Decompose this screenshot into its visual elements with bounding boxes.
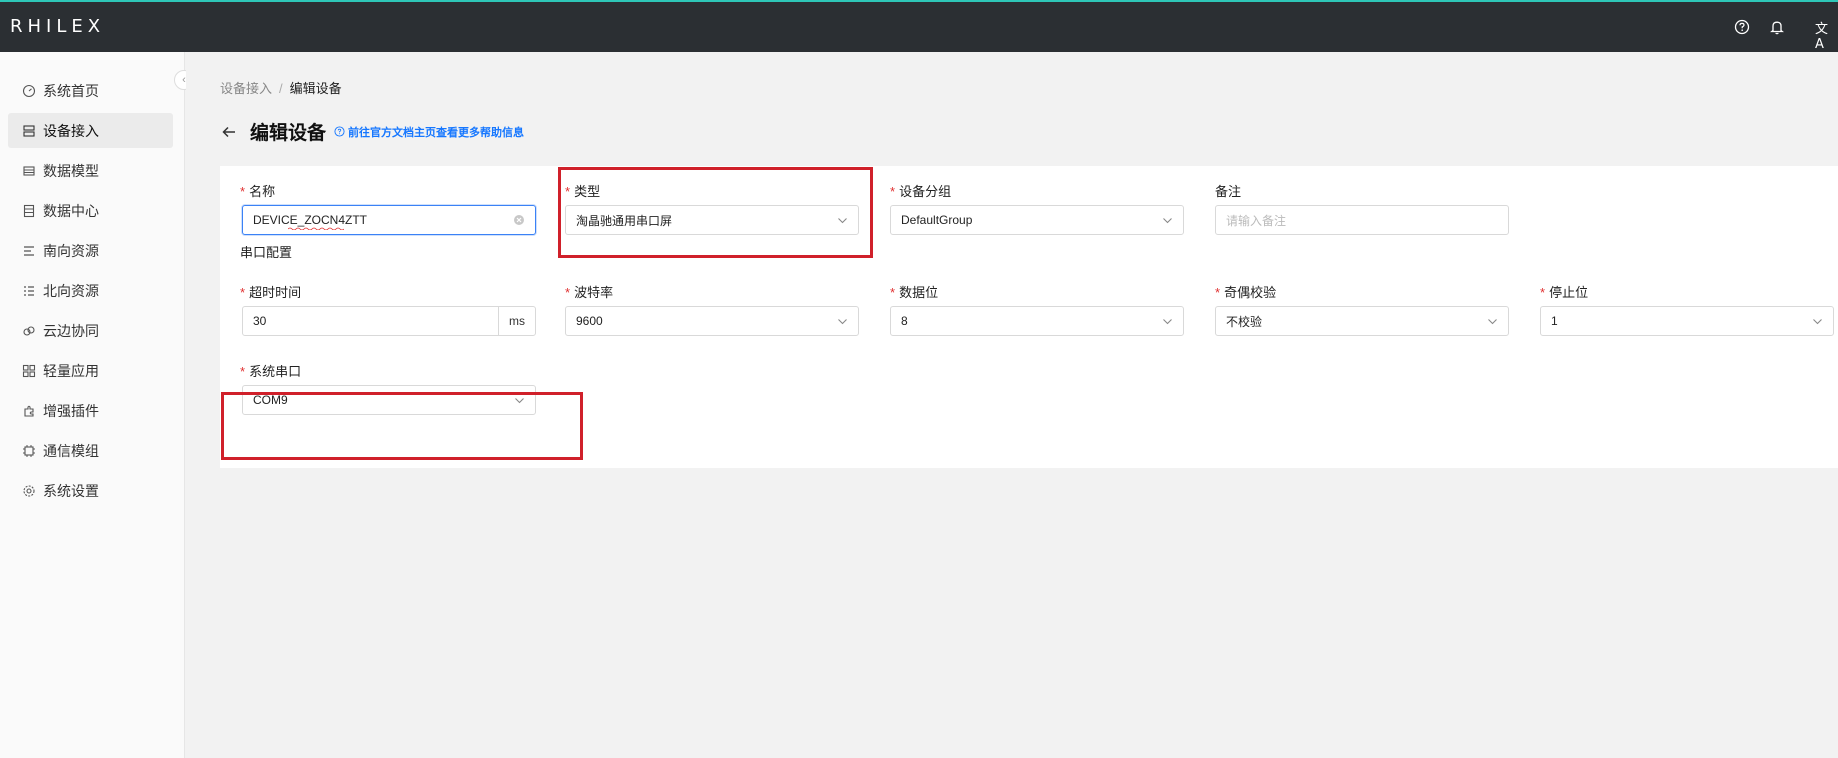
sidebar-item-north[interactable]: 北向资源	[8, 273, 173, 308]
north-icon	[22, 284, 36, 298]
type-select[interactable]: 淘晶驰通用串口屏	[565, 205, 859, 235]
app-logo[interactable]: RHILEX	[10, 16, 105, 37]
baud-label: * 波特率	[565, 285, 614, 300]
page-header: 编辑设备 前往官方文档主页查看更多帮助信息	[220, 118, 524, 145]
baud-select-value: 9600	[576, 314, 603, 328]
model-icon	[22, 164, 36, 178]
databits-select[interactable]: 8	[890, 306, 1184, 336]
back-arrow-icon[interactable]	[220, 123, 238, 141]
breadcrumb-separator: /	[279, 81, 283, 96]
sidebar-item-label: 北向资源	[43, 282, 99, 299]
sidebar: 系统首页 设备接入 数据模型 数据中心 南向资源 北向资源 云边协同 轻量应用 …	[0, 52, 185, 758]
remark-input-placeholder: 请输入备注	[1226, 213, 1287, 228]
sidebar-item-data-center[interactable]: 数据中心	[8, 193, 173, 228]
plugin-icon	[22, 404, 36, 418]
page-title: 编辑设备	[250, 123, 327, 144]
timeout-label: * 超时时间	[240, 285, 302, 300]
sidebar-item-plugins[interactable]: 增强插件	[8, 393, 173, 428]
chevron-down-icon	[514, 395, 525, 406]
type-label: * 类型	[565, 184, 601, 199]
remark-input[interactable]: 请输入备注	[1215, 205, 1509, 235]
cloud-icon	[22, 324, 36, 338]
sidebar-item-label: 通信模组	[43, 442, 99, 459]
sidebar-item-label: 系统首页	[43, 82, 99, 99]
group-select[interactable]: DefaultGroup	[890, 205, 1184, 235]
name-input-value: DEVICE_ZOCN4ZTT	[253, 213, 368, 227]
sidebar-item-label: 数据中心	[43, 202, 99, 219]
parity-label: * 奇偶校验	[1215, 285, 1277, 300]
south-icon	[22, 244, 36, 258]
help-icon[interactable]	[1733, 18, 1751, 36]
port-select[interactable]: COM9	[242, 385, 536, 415]
sidebar-item-label: 云边协同	[43, 322, 99, 339]
datacenter-icon	[22, 204, 36, 218]
apps-icon	[22, 364, 36, 378]
group-label: * 设备分组	[890, 184, 952, 199]
breadcrumb: 设备接入 / 编辑设备	[220, 78, 342, 97]
remark-label: 备注	[1215, 184, 1242, 199]
device-form: * 名称 DEVICE_ZOCN4ZTT * 类型 淘晶驰通用串口屏 * 设备分组 D…	[220, 166, 1838, 468]
parity-select-value: 不校验	[1226, 314, 1263, 329]
sidebar-item-data-model[interactable]: 数据模型	[8, 153, 173, 188]
chevron-down-icon	[1812, 316, 1823, 327]
sidebar-item-device-access[interactable]: 设备接入	[8, 113, 173, 148]
breadcrumb-parent[interactable]: 设备接入	[220, 81, 272, 96]
chevron-down-icon	[1487, 316, 1498, 327]
sidebar-item-label: 设备接入	[43, 122, 99, 139]
type-select-value: 淘晶驰通用串口屏	[576, 213, 673, 228]
timeout-input[interactable]: 30 ms	[242, 306, 536, 336]
databits-select-value: 8	[901, 314, 908, 328]
port-select-value: COM9	[253, 393, 288, 407]
sidebar-item-label: 轻量应用	[43, 362, 99, 379]
help-doc-link-text: 前往官方文档主页查看更多帮助信息	[348, 126, 525, 139]
stopbits-label: * 停止位	[1540, 285, 1589, 300]
baud-select[interactable]: 9600	[565, 306, 859, 336]
port-label: * 系统串口	[240, 364, 302, 379]
question-circle-icon	[334, 126, 345, 137]
sidebar-item-cloud[interactable]: 云边协同	[8, 313, 173, 348]
sidebar-item-label: 南向资源	[43, 242, 99, 259]
sidebar-item-comm-modules[interactable]: 通信模组	[8, 433, 173, 468]
stopbits-select[interactable]: 1	[1540, 306, 1834, 336]
chip-icon	[22, 444, 36, 458]
devices-icon	[22, 124, 36, 138]
serial-config-title: 串口配置	[240, 245, 293, 260]
sidebar-item-settings[interactable]: 系统设置	[8, 473, 173, 508]
sidebar-item-apps[interactable]: 轻量应用	[8, 353, 173, 388]
databits-label: * 数据位	[890, 285, 939, 300]
main-content: 设备接入 / 编辑设备 编辑设备 前往官方文档主页查看更多帮助信息 * 名称 DEVI…	[186, 52, 1838, 758]
timeout-input-value: 30	[253, 314, 267, 328]
clear-icon[interactable]	[513, 214, 525, 226]
spellcheck-underline	[288, 227, 344, 230]
translate-icon[interactable]: 文A	[1815, 18, 1833, 52]
gear-icon	[22, 484, 36, 498]
chevron-down-icon	[837, 316, 848, 327]
breadcrumb-current: 编辑设备	[289, 81, 342, 96]
dashboard-icon	[22, 84, 36, 98]
name-label: * 名称	[240, 184, 276, 199]
timeout-unit: ms	[498, 307, 535, 335]
sidebar-item-label: 数据模型	[43, 162, 99, 179]
parity-select[interactable]: 不校验	[1215, 306, 1509, 336]
stopbits-select-value: 1	[1551, 314, 1558, 328]
group-select-value: DefaultGroup	[901, 213, 973, 227]
name-input[interactable]: DEVICE_ZOCN4ZTT	[242, 205, 536, 235]
sidebar-item-label: 系统设置	[43, 482, 99, 499]
chevron-down-icon	[1162, 215, 1173, 226]
bell-icon[interactable]	[1768, 18, 1786, 36]
top-bar: RHILEX 文A	[0, 0, 1838, 52]
help-doc-link[interactable]: 前往官方文档主页查看更多帮助信息	[334, 124, 524, 140]
sidebar-item-south[interactable]: 南向资源	[8, 233, 173, 268]
chevron-down-icon	[837, 215, 848, 226]
sidebar-item-label: 增强插件	[43, 402, 99, 419]
chevron-down-icon	[1162, 316, 1173, 327]
sidebar-item-home[interactable]: 系统首页	[8, 73, 173, 108]
